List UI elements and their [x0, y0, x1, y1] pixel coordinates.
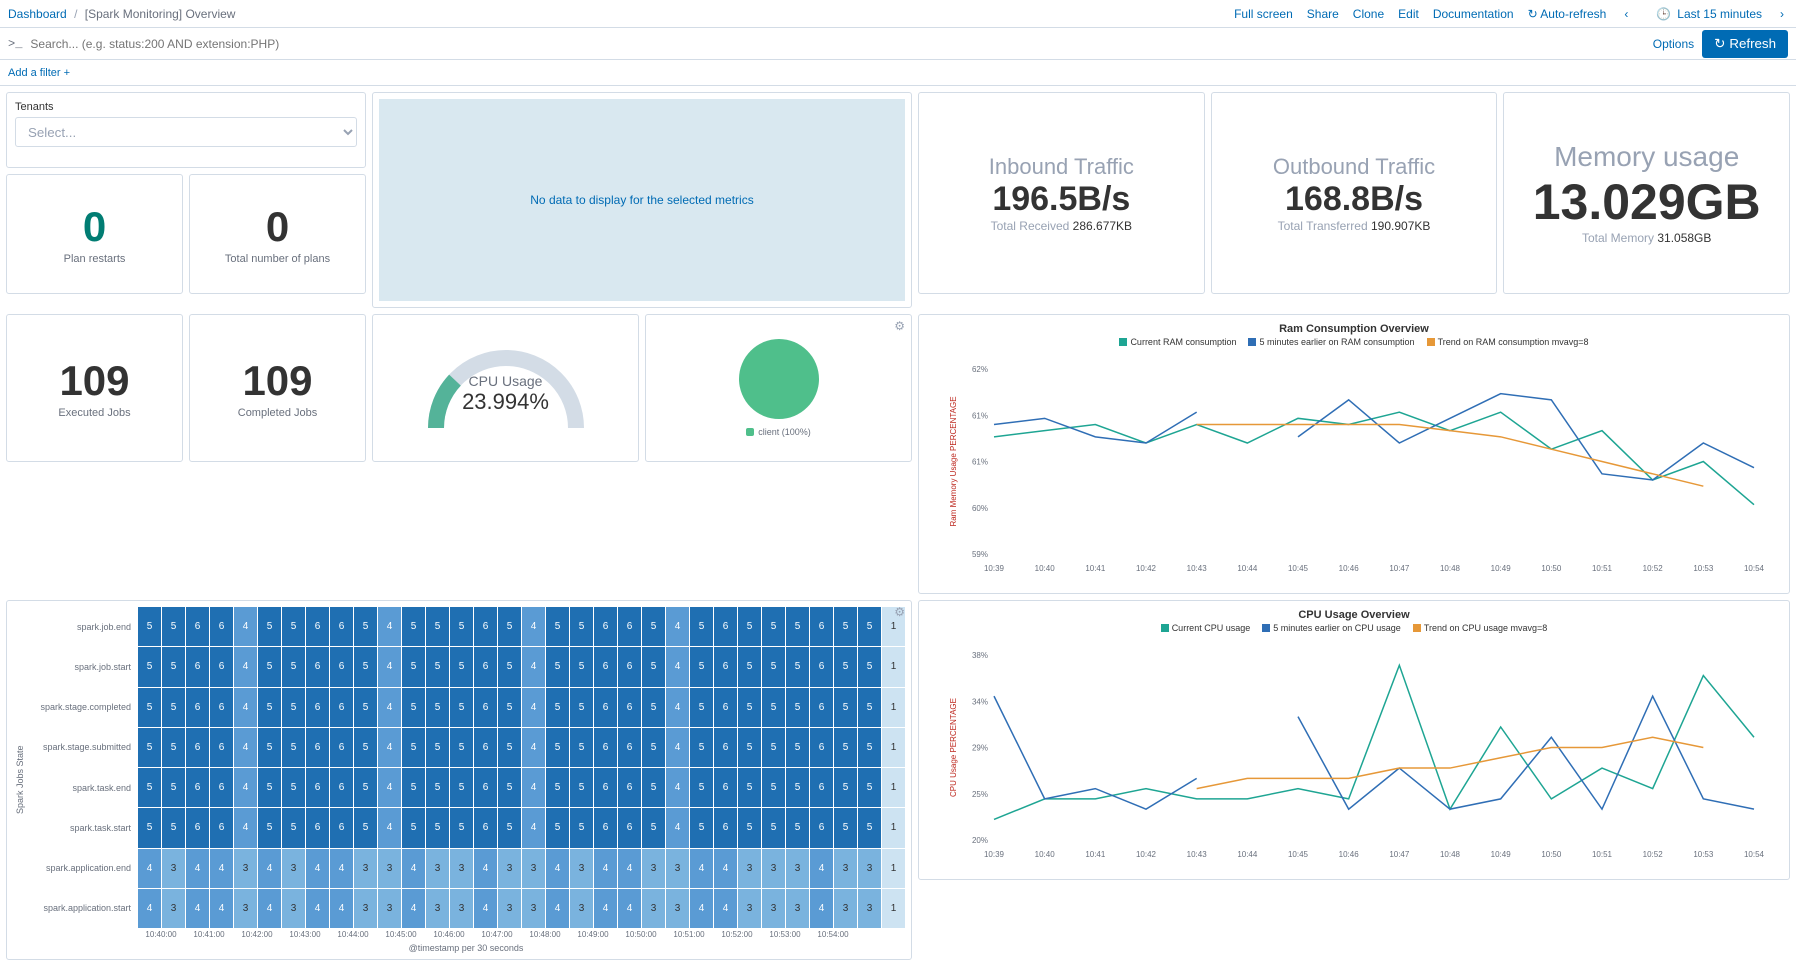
tenants-panel: Tenants Select...: [6, 92, 366, 168]
total-plans-metric: 0 Total number of plans: [189, 174, 366, 294]
svg-text:62%: 62%: [972, 365, 988, 374]
svg-text:10:54: 10:54: [1744, 564, 1765, 573]
svg-text:59%: 59%: [972, 550, 988, 559]
svg-text:10:47: 10:47: [1389, 850, 1410, 859]
search-options-button[interactable]: Options: [1653, 37, 1694, 51]
breadcrumb-root[interactable]: Dashboard: [8, 7, 67, 21]
svg-text:34%: 34%: [972, 697, 988, 706]
nodata-panel: No data to display for the selected metr…: [372, 92, 912, 308]
plan-restarts-metric: 0 Plan restarts: [6, 174, 183, 294]
svg-text:10:43: 10:43: [1187, 564, 1208, 573]
svg-text:10:45: 10:45: [1288, 850, 1309, 859]
svg-text:10:54: 10:54: [1744, 850, 1765, 859]
executed-jobs-metric: 109 Executed Jobs: [6, 314, 183, 462]
svg-text:38%: 38%: [972, 651, 988, 660]
memory-usage-metric: Memory usage 13.029GB Total Memory 31.05…: [1503, 92, 1790, 294]
time-next-icon[interactable]: ›: [1776, 7, 1788, 21]
svg-text:25%: 25%: [972, 790, 988, 799]
share-button[interactable]: Share: [1307, 7, 1339, 21]
svg-text:10:46: 10:46: [1339, 850, 1360, 859]
full-screen-button[interactable]: Full screen: [1234, 7, 1293, 21]
svg-text:10:44: 10:44: [1237, 564, 1258, 573]
svg-text:10:53: 10:53: [1693, 564, 1714, 573]
tenants-select[interactable]: Select...: [15, 117, 357, 147]
svg-text:10:48: 10:48: [1440, 564, 1461, 573]
search-prompt-icon: >_: [8, 37, 22, 51]
svg-text:10:49: 10:49: [1491, 850, 1512, 859]
client-pie-chart: ⚙ client (100%): [645, 314, 912, 462]
documentation-button[interactable]: Documentation: [1433, 7, 1514, 21]
svg-text:10:42: 10:42: [1136, 564, 1157, 573]
gear-icon[interactable]: ⚙: [894, 319, 905, 333]
breadcrumb: Dashboard / [Spark Monitoring] Overview: [8, 7, 235, 21]
svg-text:Ram Memory Usage PERCENTAGE: Ram Memory Usage PERCENTAGE: [949, 396, 958, 526]
auto-refresh-toggle[interactable]: ↻ Auto-refresh: [1528, 7, 1607, 21]
svg-text:10:41: 10:41: [1085, 850, 1106, 859]
time-prev-icon[interactable]: ‹: [1620, 7, 1632, 21]
svg-text:10:52: 10:52: [1643, 564, 1664, 573]
inbound-traffic-metric: Inbound Traffic 196.5B/s Total Received …: [918, 92, 1205, 294]
breadcrumb-current: [Spark Monitoring] Overview: [85, 7, 236, 21]
refresh-button[interactable]: ↻ Refresh: [1702, 30, 1788, 58]
svg-text:10:51: 10:51: [1592, 850, 1613, 859]
search-input[interactable]: [30, 37, 1644, 51]
cpu-usage-gauge: CPU Usage 23.994%: [372, 314, 639, 462]
svg-text:61%: 61%: [972, 458, 988, 467]
edit-button[interactable]: Edit: [1398, 7, 1419, 21]
svg-text:CPU Usage PERCENTAGE: CPU Usage PERCENTAGE: [949, 698, 958, 797]
svg-text:10:46: 10:46: [1339, 564, 1360, 573]
svg-text:10:48: 10:48: [1440, 850, 1461, 859]
svg-text:10:52: 10:52: [1643, 850, 1664, 859]
outbound-traffic-metric: Outbound Traffic 168.8B/s Total Transfer…: [1211, 92, 1498, 294]
svg-text:10:45: 10:45: [1288, 564, 1309, 573]
svg-text:10:41: 10:41: [1085, 564, 1106, 573]
svg-text:10:53: 10:53: [1693, 850, 1714, 859]
svg-text:10:50: 10:50: [1541, 564, 1562, 573]
add-filter-button[interactable]: Add a filter +: [8, 67, 70, 79]
svg-text:10:40: 10:40: [1035, 850, 1056, 859]
svg-text:10:44: 10:44: [1237, 850, 1258, 859]
cpu-chart: CPU Usage Overview Current CPU usage5 mi…: [918, 600, 1790, 880]
svg-text:10:39: 10:39: [984, 564, 1005, 573]
ram-chart: Ram Consumption Overview Current RAM con…: [918, 314, 1790, 594]
svg-text:10:40: 10:40: [1035, 564, 1056, 573]
svg-text:10:49: 10:49: [1491, 564, 1512, 573]
clone-button[interactable]: Clone: [1353, 7, 1384, 21]
svg-text:60%: 60%: [972, 504, 988, 513]
tenants-label: Tenants: [15, 101, 357, 113]
svg-text:61%: 61%: [972, 411, 988, 420]
svg-text:10:50: 10:50: [1541, 850, 1562, 859]
gear-icon[interactable]: ⚙: [894, 605, 905, 619]
svg-text:10:42: 10:42: [1136, 850, 1157, 859]
svg-text:29%: 29%: [972, 744, 988, 753]
time-range-picker[interactable]: 🕒 Last 15 minutes: [1646, 7, 1762, 21]
spark-jobs-heatmap: ⚙ Spark Jobs State spark.job.end55664556…: [6, 600, 912, 960]
completed-jobs-metric: 109 Completed Jobs: [189, 314, 366, 462]
svg-text:10:43: 10:43: [1187, 850, 1208, 859]
svg-text:10:39: 10:39: [984, 850, 1005, 859]
svg-text:10:51: 10:51: [1592, 564, 1613, 573]
svg-text:20%: 20%: [972, 836, 988, 845]
svg-text:10:47: 10:47: [1389, 564, 1410, 573]
